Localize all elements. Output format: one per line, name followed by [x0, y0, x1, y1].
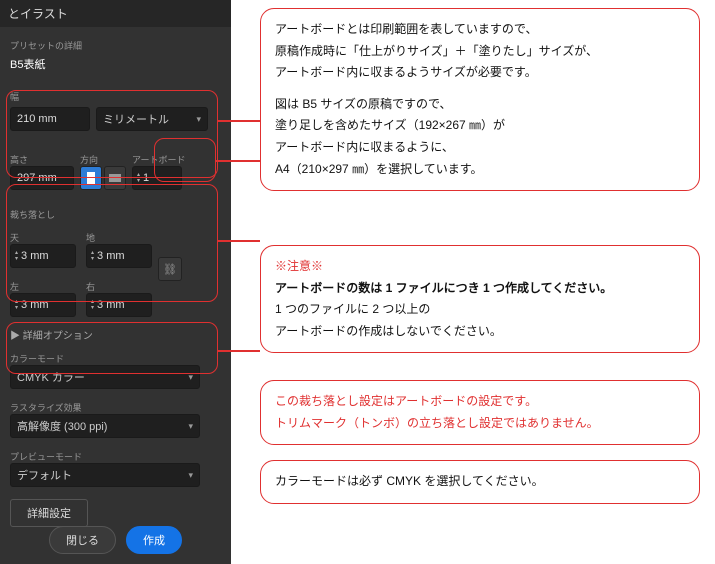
raster-select[interactable]: 高解像度 (300 ppi) ▾ — [10, 414, 200, 438]
artboard-count-stepper[interactable]: ▴▾ 1 — [132, 166, 182, 190]
bleed-left-input[interactable]: ▴▾ 3 mm — [10, 293, 76, 317]
callout-artboard-size: アートボードとは印刷範囲を表していますので、 原稿作成時に「仕上がりサイズ」＋「… — [260, 8, 700, 191]
preview-label: プレビューモード — [10, 450, 221, 463]
orientation-portrait-button[interactable] — [80, 166, 102, 190]
bleed-left-label: 左 — [10, 280, 76, 293]
chevron-down-icon: ▾ — [137, 178, 140, 184]
callout-colormode: カラーモードは必ず CMYK を選択してください。 — [260, 460, 700, 504]
chevron-down-icon: ▾ — [188, 372, 193, 383]
orientation-landscape-button[interactable] — [104, 166, 126, 190]
unit-select[interactable]: ミリメートル ▾ — [96, 107, 208, 131]
more-settings-button[interactable]: 詳細設定 — [10, 499, 88, 527]
unit-value: ミリメートル — [103, 111, 169, 127]
preset-name: B5表紙 — [10, 56, 221, 72]
chevron-down-icon: ▾ — [196, 114, 201, 125]
colormode-value: CMYK カラー — [17, 369, 85, 385]
colormode-select[interactable]: CMYK カラー ▾ — [10, 365, 200, 389]
height-input[interactable] — [10, 166, 74, 190]
preview-select[interactable]: デフォルト ▾ — [10, 463, 200, 487]
bleed-bottom-label: 地 — [86, 231, 152, 244]
width-label: 幅 — [10, 90, 221, 103]
bleed-top-input[interactable]: ▴▾ 3 mm — [10, 244, 76, 268]
orientation-label: 方向 — [80, 153, 126, 166]
artboard-count-value: 1 — [143, 172, 149, 184]
link-bleed-button[interactable]: ⛓ — [158, 257, 182, 281]
bleed-top-label: 天 — [10, 231, 76, 244]
chevron-down-icon: ▾ — [188, 421, 193, 432]
new-document-panel: とイラスト プリセットの詳細 B5表紙 幅 ミリメートル ▾ 高さ 方向 — [0, 0, 231, 564]
height-label: 高さ — [10, 153, 74, 166]
chevron-down-icon: ▾ — [188, 470, 193, 481]
landscape-icon — [109, 174, 121, 182]
close-button[interactable]: 閉じる — [49, 526, 116, 554]
portrait-icon — [87, 172, 95, 184]
link-icon: ⛓ — [163, 263, 177, 276]
width-input[interactable] — [10, 107, 90, 131]
preset-details-label: プリセットの詳細 — [10, 39, 221, 52]
bleed-bottom-input[interactable]: ▴▾ 3 mm — [86, 244, 152, 268]
callout-artboard-count: ※注意※ アートボードの数は 1 ファイルにつき 1 つ作成してください。 1 … — [260, 245, 700, 353]
bleed-right-input[interactable]: ▴▾ 3 mm — [86, 293, 152, 317]
advanced-options-toggle[interactable]: ▶ 詳細オプション — [0, 323, 231, 346]
raster-label: ラスタライズ効果 — [10, 401, 221, 414]
artboard-label: アートボード — [132, 153, 185, 166]
raster-value: 高解像度 (300 ppi) — [17, 418, 107, 434]
bleed-right-label: 右 — [86, 280, 152, 293]
create-button[interactable]: 作成 — [126, 526, 182, 554]
colormode-label: カラーモード — [10, 352, 221, 365]
preview-value: デフォルト — [17, 467, 72, 483]
panel-title: とイラスト — [0, 0, 231, 27]
bleed-label: 裁ち落とし — [10, 208, 221, 221]
callout-bleed-note: この裁ち落とし設定はアートボードの設定です。 トリムマーク（トンボ）の立ち落とし… — [260, 380, 700, 445]
